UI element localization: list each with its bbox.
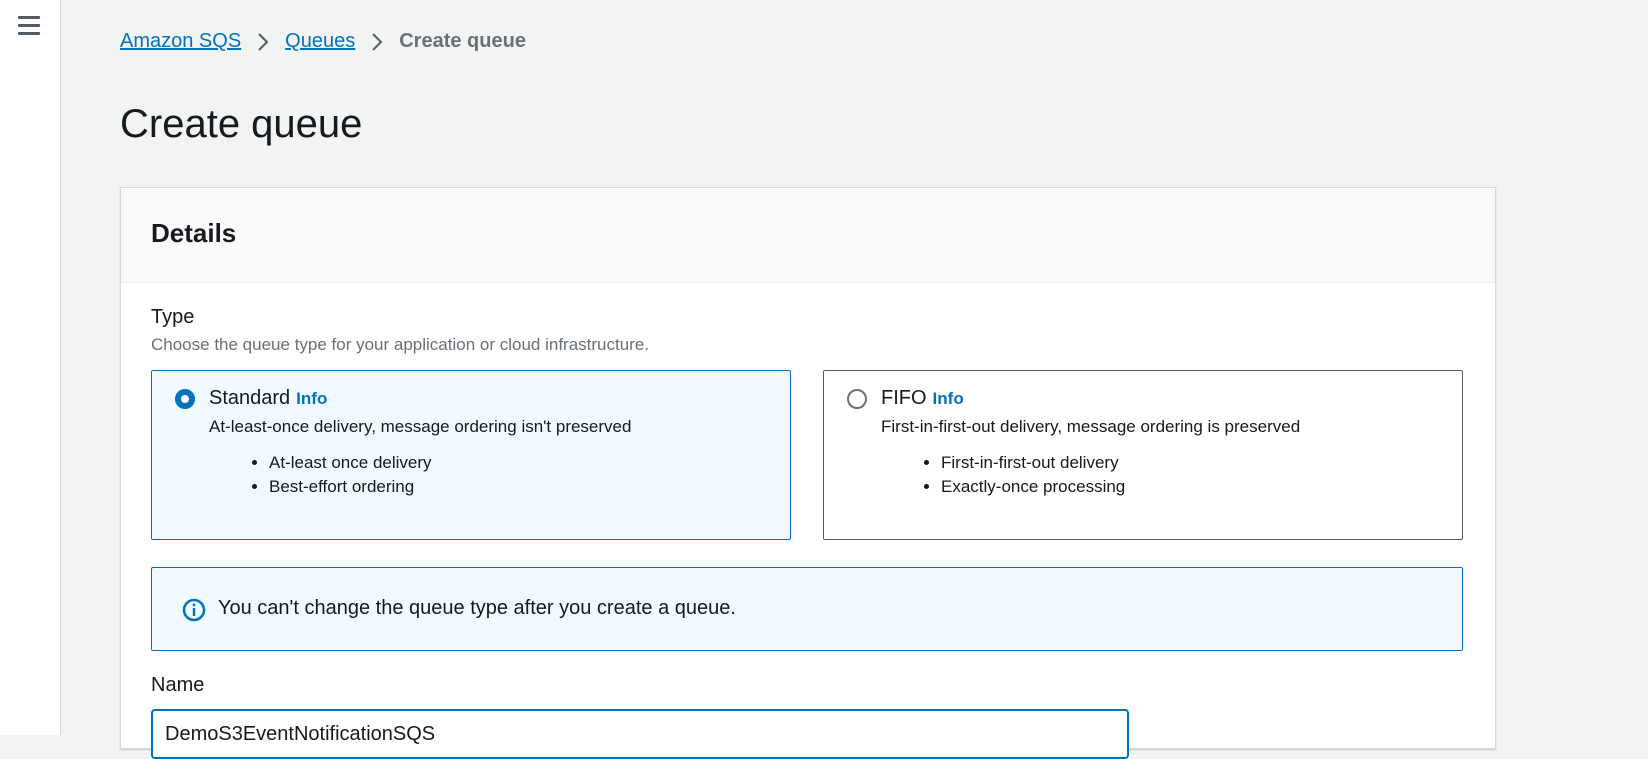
name-label: Name — [151, 674, 205, 696]
menu-icon[interactable] — [18, 16, 42, 38]
fifo-radio[interactable] — [847, 389, 867, 409]
standard-description: At-least-once delivery, message ordering… — [209, 417, 632, 436]
info-icon — [182, 598, 206, 622]
list-item: At-least once delivery — [269, 451, 432, 475]
standard-title-text: Standard — [209, 387, 291, 409]
type-label: Type — [151, 306, 195, 328]
fifo-title-text: FIFO — [881, 387, 927, 409]
type-description: Choose the queue type for your applicati… — [151, 335, 650, 354]
breadcrumb-link-queues[interactable]: Queues — [285, 30, 355, 53]
fifo-title: FIFO Info — [881, 387, 964, 410]
fifo-info-link[interactable]: Info — [933, 389, 964, 408]
fifo-description: First-in-first-out delivery, message ord… — [881, 417, 1301, 436]
type-option-fifo[interactable]: FIFO Info First-in-first-out delivery, me… — [823, 370, 1463, 540]
list-item: Exactly-once processing — [941, 475, 1125, 499]
fifo-features: First-in-first-out delivery Exactly-once… — [881, 451, 1125, 499]
standard-title: Standard Info — [209, 387, 327, 410]
breadcrumb-link-amazon-sqs[interactable]: Amazon SQS — [120, 30, 241, 53]
info-alert: You can't change the queue type after yo… — [151, 567, 1463, 651]
details-panel-header: Details — [121, 188, 1495, 283]
breadcrumb: Amazon SQS Queues Create queue — [120, 30, 526, 53]
type-option-standard[interactable]: Standard Info At-least-once delivery, mes… — [151, 370, 791, 540]
queue-name-input[interactable] — [151, 709, 1129, 759]
list-item: First-in-first-out delivery — [941, 451, 1125, 475]
standard-radio[interactable] — [175, 389, 195, 409]
list-item: Best-effort ordering — [269, 475, 432, 499]
side-navigation — [0, 0, 61, 735]
details-title: Details — [151, 218, 237, 248]
standard-features: At-least once delivery Best-effort order… — [209, 451, 432, 499]
alert-message: You can't change the queue type after yo… — [218, 597, 736, 619]
breadcrumb-current: Create queue — [399, 30, 526, 52]
details-panel: Details Type Choose the queue type for y… — [120, 187, 1496, 759]
standard-info-link[interactable]: Info — [296, 389, 327, 408]
chevron-right-icon — [371, 32, 383, 52]
chevron-right-icon — [257, 32, 269, 52]
page-title: Create queue — [120, 102, 363, 146]
